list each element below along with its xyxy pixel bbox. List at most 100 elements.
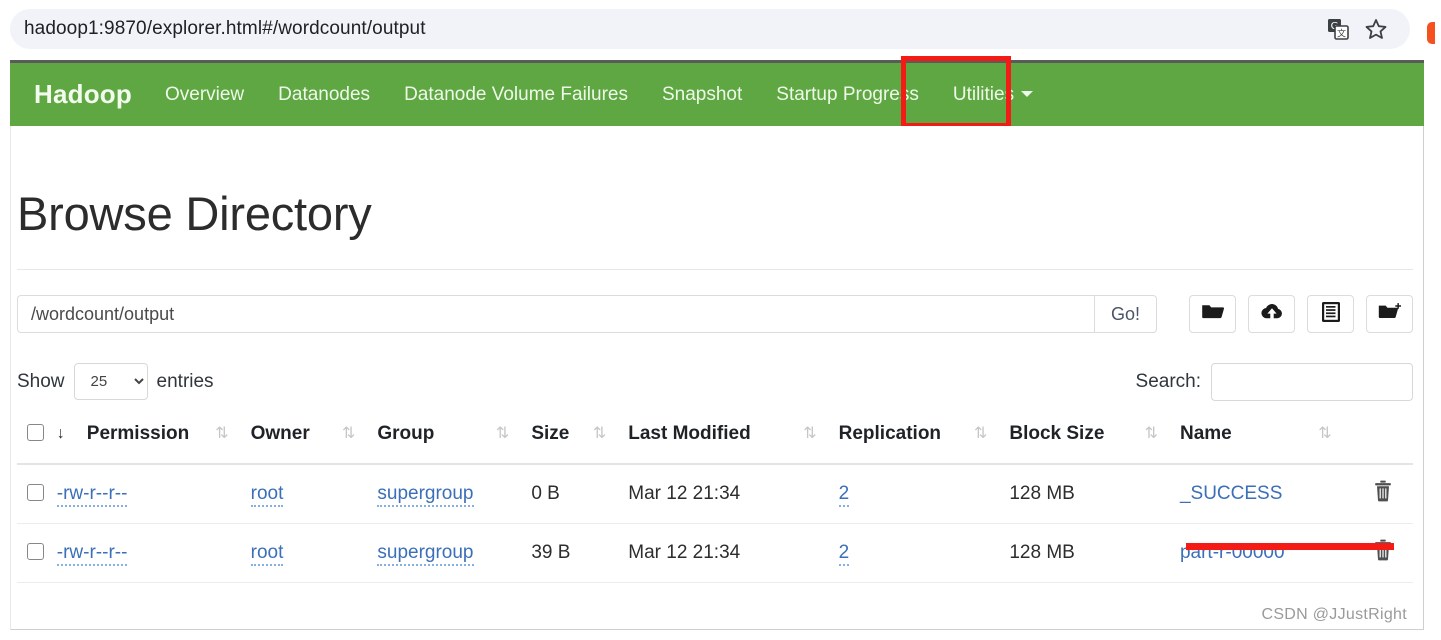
replication-value[interactable]: 2 [838,483,850,507]
th-block-size-label: Block Size [1009,423,1105,444]
row-select-cell [17,464,57,524]
th-permission-label: Permission [86,423,190,444]
group-value[interactable]: supergroup [377,542,474,566]
sort-icon: ⇅ [1318,425,1332,442]
chevron-down-icon [1021,91,1034,98]
nav-item-utilities-label: Utilities [952,83,1015,105]
cell-replication: 2 [838,464,1010,524]
cell-delete [1353,464,1413,524]
replication-value[interactable]: 2 [838,542,850,566]
window-edge-indicator [1427,22,1435,44]
sort-icon: ⇅ [592,425,607,442]
th-last-modified-label: Last Modified [628,423,751,444]
owner-value[interactable]: root [250,542,284,566]
th-name-label: Name [1179,423,1232,444]
table-row: -rw-r--r-- root supergroup 39 B Mar 12 2… [17,523,1413,583]
sort-icon: ⇅ [215,425,229,442]
group-value[interactable]: supergroup [377,483,474,507]
th-owner-label: Owner [250,423,310,444]
page-title: Browse Directory [17,187,372,240]
browse-folder-icon [1201,302,1225,327]
nav-item-datanodes[interactable]: Datanodes [261,84,387,106]
path-toolbar: Go! [17,295,1413,333]
hadoop-navbar: Hadoop Overview Datanodes Datanode Volum… [10,60,1424,126]
new-folder-icon [1378,302,1402,327]
directory-tools [1189,295,1413,333]
nav-item-datanode-volume-failures[interactable]: Datanode Volume Failures [387,84,645,106]
cell-size: 39 B [531,523,629,583]
new-folder-button[interactable] [1366,295,1413,333]
cell-delete [1353,523,1413,583]
address-bar-url: hadoop1:9870/explorer.html#/wordcount/ou… [24,18,426,39]
cell-block-size: 128 MB [1009,464,1180,524]
address-bar[interactable]: hadoop1:9870/explorer.html#/wordcount/ou… [10,9,1410,49]
nav-item-startup-progress[interactable]: Startup Progress [759,84,936,106]
snapshot-list-icon [1321,301,1341,328]
trash-icon[interactable] [1374,539,1392,566]
search-group: Search: [1136,363,1413,401]
cell-name: _SUCCESS [1179,464,1354,524]
sort-ascending-icon: ↓ [56,425,65,442]
owner-value[interactable]: root [250,483,284,507]
th-size[interactable]: Size ⇅ [531,417,629,465]
entries-select[interactable]: 25 50 100 [73,363,148,400]
th-replication-label: Replication [838,423,942,444]
star-icon[interactable] [1364,17,1388,41]
browse-folder-button[interactable] [1189,295,1236,333]
page-content: Browse Directory Go! [10,126,1424,630]
cell-owner: root [250,523,378,583]
nav-item-snapshot[interactable]: Snapshot [645,84,759,106]
th-permission[interactable]: ↓ Permission ⇅ [56,417,251,465]
cell-block-size: 128 MB [1009,523,1180,583]
cloud-upload-icon [1260,302,1284,327]
cell-owner: root [250,464,378,524]
file-name-link[interactable]: part-r-00000 [1180,542,1285,563]
show-entries-group: Show 25 50 100 entries [17,363,214,400]
search-input[interactable] [1211,363,1413,401]
cell-size: 0 B [531,464,629,524]
brand-logo[interactable]: Hadoop [18,79,148,110]
cell-group: supergroup [377,523,532,583]
cell-permission: -rw-r--r-- [56,464,251,524]
table-header-row: ↓ Permission ⇅ Owner ⇅ Group ⇅ Size ⇅ La… [17,417,1413,465]
permission-value[interactable]: -rw-r--r-- [56,483,128,507]
svg-text:文: 文 [1337,28,1346,40]
nav-item-overview[interactable]: Overview [148,84,261,106]
th-group[interactable]: Group ⇅ [377,417,532,465]
trash-icon[interactable] [1374,480,1392,507]
file-name-link[interactable]: _SUCCESS [1180,483,1282,504]
upload-button[interactable] [1248,295,1295,333]
th-last-modified[interactable]: Last Modified ⇅ [628,417,839,465]
th-group-label: Group [377,423,435,444]
th-replication[interactable]: Replication ⇅ [838,417,1010,465]
title-divider [17,269,1413,270]
row-select-cell [17,523,57,583]
snapshot-list-button[interactable] [1307,295,1354,333]
permission-value[interactable]: -rw-r--r-- [56,542,128,566]
table-row: -rw-r--r-- root supergroup 0 B Mar 12 21… [17,464,1413,524]
browser-window: hadoop1:9870/explorer.html#/wordcount/ou… [0,0,1441,640]
file-table-body: -rw-r--r-- root supergroup 0 B Mar 12 21… [17,464,1413,583]
row-checkbox[interactable] [27,484,44,501]
file-table-head: ↓ Permission ⇅ Owner ⇅ Group ⇅ Size ⇅ La… [17,417,1413,465]
cell-last-modified: Mar 12 21:34 [628,523,839,583]
search-label: Search: [1135,371,1201,392]
sort-icon: ⇅ [973,425,988,442]
nav-item-utilities[interactable]: Utilities [936,84,1046,106]
cell-name: part-r-00000 [1179,523,1354,583]
th-name[interactable]: Name ⇅ [1179,417,1354,465]
go-button[interactable]: Go! [1095,295,1157,333]
translate-icon[interactable]: G 文 [1326,17,1350,41]
row-checkbox[interactable] [27,543,44,560]
sort-icon: ⇅ [803,425,817,442]
cell-permission: -rw-r--r-- [56,523,251,583]
th-size-label: Size [531,423,570,444]
th-block-size[interactable]: Block Size ⇅ [1009,417,1180,465]
sort-icon: ⇅ [495,425,510,442]
watermark: CSDN @JJustRight [1261,606,1407,623]
path-input[interactable] [17,295,1095,333]
th-owner[interactable]: Owner ⇅ [250,417,378,465]
sort-icon: ⇅ [341,425,356,442]
th-select-all [17,417,57,465]
select-all-checkbox[interactable] [27,424,44,441]
